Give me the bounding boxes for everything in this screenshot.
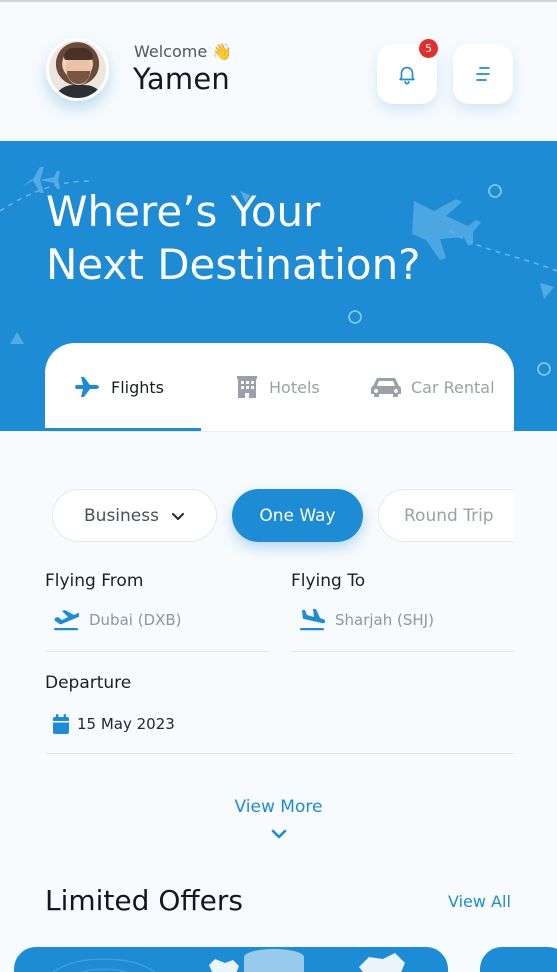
car-icon [371, 378, 401, 397]
tab-car-rental-label: Car Rental [411, 377, 495, 397]
offer-card-image [52, 949, 405, 972]
flying-from-field[interactable]: Dubai (DXB) [53, 608, 182, 632]
tab-hotels[interactable]: Hotels [235, 343, 320, 431]
one-way-label: One Way [259, 505, 336, 526]
menu-button[interactable] [453, 44, 513, 104]
round-trip-label: Round Trip [404, 505, 494, 526]
takeoff-icon [54, 610, 79, 631]
departure-label: Departure [45, 673, 132, 693]
chevron-down-icon[interactable] [270, 828, 288, 840]
avatar[interactable] [46, 38, 109, 101]
tab-flights-label: Flights [111, 377, 164, 397]
flying-to-field[interactable]: Sharjah (SHJ) [299, 608, 434, 632]
class-dropdown[interactable]: Business [52, 489, 217, 542]
plane-icon [75, 377, 99, 397]
menu-icon [476, 67, 490, 81]
offer-card[interactable] [14, 947, 448, 972]
flying-to-underline [291, 651, 514, 652]
hotel-icon [237, 376, 257, 398]
one-way-button[interactable]: One Way [232, 489, 363, 542]
calendar-icon [53, 714, 69, 734]
offer-card[interactable] [480, 947, 557, 972]
departure-value: 15 May 2023 [77, 715, 175, 733]
tab-flights[interactable]: Flights [75, 343, 164, 431]
header: Welcome 👋 Yamen 5 [0, 2, 557, 141]
notification-badge: 5 [419, 39, 438, 58]
flying-to-value: Sharjah (SHJ) [335, 611, 434, 629]
class-dropdown-value: Business [84, 505, 159, 526]
notifications-button[interactable]: 5 [377, 39, 438, 104]
booking-tabs: Flights Hotels Car Rental [45, 343, 514, 431]
welcome-label: Welcome [134, 42, 208, 61]
section-title-limited-offers: Limited Offers [45, 884, 243, 917]
tab-hotels-label: Hotels [269, 377, 320, 397]
bell-icon [399, 66, 415, 85]
flying-to-label: Flying To [291, 571, 366, 591]
hero-title-line2: Next Destination? [46, 240, 421, 289]
view-all-link[interactable]: View All [448, 892, 511, 911]
wave-emoji: 👋 [212, 42, 233, 61]
options-scroll-mask [514, 480, 557, 550]
departure-field[interactable]: 15 May 2023 [53, 714, 175, 734]
chevron-down-icon [171, 512, 185, 520]
view-more-link[interactable]: View More [0, 797, 557, 817]
flying-from-value: Dubai (DXB) [89, 611, 182, 629]
username: Yamen [133, 62, 230, 96]
tab-car-rental[interactable]: Car Rental [371, 343, 495, 431]
tabs-divider [45, 431, 514, 432]
hero-title: Where’s Your Next Destination? [46, 185, 421, 291]
flying-from-underline [45, 651, 269, 652]
hero-title-line1: Where’s Your [46, 187, 321, 236]
departure-underline [45, 753, 514, 754]
landing-icon [300, 609, 325, 631]
welcome-text: Welcome 👋 [134, 42, 232, 61]
flying-from-label: Flying From [45, 571, 144, 591]
